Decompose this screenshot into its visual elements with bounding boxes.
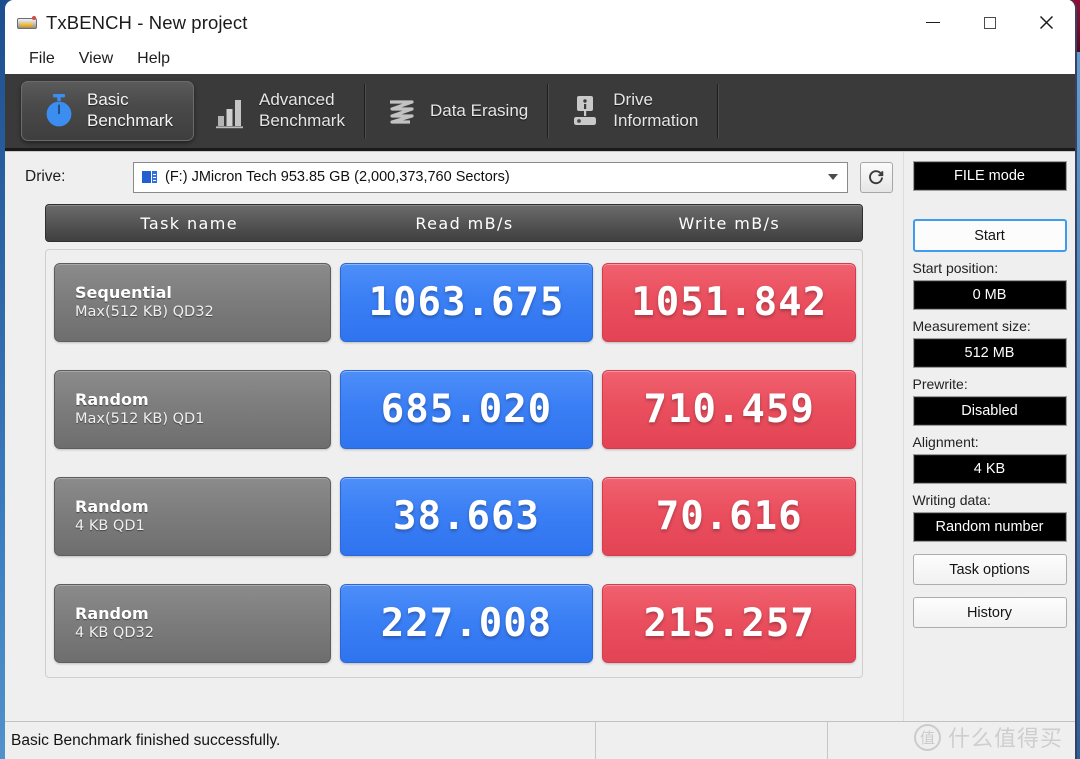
tab-advanced-benchmark[interactable]: Advanced Benchmark bbox=[194, 74, 365, 148]
write-value: 215.257 bbox=[643, 601, 815, 646]
tab-basic-benchmark[interactable]: Basic Benchmark bbox=[21, 81, 194, 141]
chevron-down-icon bbox=[828, 174, 838, 180]
write-result-cell: 215.257 bbox=[602, 584, 857, 663]
writing-data-value[interactable]: Random number bbox=[912, 512, 1067, 542]
tab-basic-benchmark-label: Basic Benchmark bbox=[87, 90, 173, 130]
tab-drive-information[interactable]: Drive Information bbox=[548, 74, 719, 148]
task-name-secondary: Max(512 KB) QD32 bbox=[75, 304, 214, 321]
menu-item-view[interactable]: View bbox=[67, 48, 125, 70]
read-value: 227.008 bbox=[380, 601, 553, 646]
status-section-3 bbox=[827, 721, 1075, 759]
title-bar: TxBENCH - New project bbox=[5, 0, 1075, 45]
drive-select[interactable]: (F:) JMicron Tech 953.85 GB (2,000,373,7… bbox=[133, 161, 848, 193]
table-row[interactable]: Sequential Max(512 KB) QD32 1063.675 105… bbox=[52, 256, 857, 349]
write-value: 70.616 bbox=[655, 494, 803, 539]
right-pane: FILE mode Start Start position: 0 MB Mea… bbox=[903, 152, 1075, 721]
task-name-primary: Random bbox=[75, 604, 149, 624]
task-name-primary: Sequential bbox=[75, 283, 172, 303]
file-mode-display[interactable]: FILE mode bbox=[912, 161, 1067, 191]
drive-selector-row: Drive: (F:) JMicron Tech 953.85 GB (2,00… bbox=[5, 152, 903, 202]
read-result-cell: 1063.675 bbox=[339, 263, 594, 342]
status-bar: Basic Benchmark finished successfully. bbox=[5, 721, 1075, 759]
table-row[interactable]: Random 4 KB QD32 227.008 215.257 bbox=[52, 577, 857, 670]
read-result-cell: 38.663 bbox=[339, 477, 594, 556]
drive-info-icon bbox=[568, 92, 602, 130]
task-name-secondary: 4 KB QD32 bbox=[75, 625, 154, 642]
column-header-write: Write mB/s bbox=[678, 213, 781, 233]
start-button[interactable]: Start bbox=[912, 219, 1067, 252]
task-name-secondary: 4 KB QD1 bbox=[75, 518, 145, 535]
txbench-window: TxBENCH - New project File View Help Bas… bbox=[5, 0, 1077, 759]
drive-select-value: (F:) JMicron Tech 953.85 GB (2,000,373,7… bbox=[165, 169, 510, 185]
tab-advanced-benchmark-label: Advanced Benchmark bbox=[258, 90, 345, 130]
read-value: 685.020 bbox=[380, 387, 553, 432]
status-message: Basic Benchmark finished successfully. bbox=[11, 731, 281, 749]
main-body: Drive: (F:) JMicron Tech 953.85 GB (2,00… bbox=[5, 151, 1075, 721]
read-value: 38.663 bbox=[393, 494, 540, 539]
column-header-task-name: Task name bbox=[140, 213, 238, 233]
start-position-value[interactable]: 0 MB bbox=[912, 280, 1067, 310]
table-row[interactable]: Random 4 KB QD1 38.663 70.616 bbox=[52, 470, 857, 563]
task-cell: Random 4 KB QD1 bbox=[54, 477, 331, 556]
task-cell: Random 4 KB QD32 bbox=[54, 584, 331, 663]
maximize-button[interactable] bbox=[961, 0, 1018, 45]
app-drive-icon bbox=[17, 14, 37, 32]
tab-drive-information-label: Drive Information bbox=[613, 90, 699, 130]
table-body: Sequential Max(512 KB) QD32 1063.675 105… bbox=[45, 249, 863, 678]
column-header-read: Read mB/s bbox=[415, 213, 514, 233]
history-button[interactable]: History bbox=[912, 597, 1067, 628]
write-value: 1051.842 bbox=[631, 280, 828, 325]
write-value: 710.459 bbox=[643, 387, 815, 432]
close-button[interactable] bbox=[1018, 0, 1075, 45]
task-name-secondary: Max(512 KB) QD1 bbox=[75, 411, 205, 428]
alignment-label: Alignment: bbox=[912, 434, 979, 450]
task-name-primary: Random bbox=[75, 390, 149, 410]
prewrite-label: Prewrite: bbox=[912, 376, 968, 392]
write-result-cell: 1051.842 bbox=[602, 263, 857, 342]
drive-small-icon bbox=[142, 170, 158, 184]
status-section-2 bbox=[595, 721, 827, 759]
write-result-cell: 710.459 bbox=[602, 370, 857, 449]
tab-strip: Basic Benchmark Advanced Benchmark Data … bbox=[5, 74, 1075, 151]
task-cell: Sequential Max(512 KB) QD32 bbox=[54, 263, 331, 342]
shred-icon bbox=[385, 92, 419, 130]
read-result-cell: 227.008 bbox=[339, 584, 594, 663]
write-result-cell: 70.616 bbox=[602, 477, 857, 556]
stopwatch-icon bbox=[42, 92, 76, 130]
table-header-row: Task name Read mB/s Write mB/s bbox=[45, 204, 863, 242]
start-position-label: Start position: bbox=[912, 260, 999, 276]
tab-data-erasing-label: Data Erasing bbox=[429, 100, 529, 120]
window-controls bbox=[904, 0, 1075, 45]
menu-item-file[interactable]: File bbox=[17, 48, 67, 70]
task-options-button[interactable]: Task options bbox=[912, 554, 1067, 585]
menu-bar: File View Help bbox=[5, 45, 1075, 74]
writing-data-label: Writing data: bbox=[912, 492, 991, 508]
drive-label: Drive: bbox=[25, 168, 66, 185]
task-name-primary: Random bbox=[75, 497, 149, 517]
refresh-icon bbox=[869, 169, 884, 184]
table-row[interactable]: Random Max(512 KB) QD1 685.020 710.459 bbox=[52, 363, 857, 456]
minimize-button[interactable] bbox=[904, 0, 961, 45]
prewrite-value[interactable]: Disabled bbox=[912, 396, 1067, 426]
measurement-size-label: Measurement size: bbox=[912, 318, 1031, 334]
task-cell: Random Max(512 KB) QD1 bbox=[54, 370, 331, 449]
benchmark-table: Task name Read mB/s Write mB/s Sequentia… bbox=[45, 204, 863, 678]
alignment-value[interactable]: 4 KB bbox=[912, 454, 1067, 484]
left-pane: Drive: (F:) JMicron Tech 953.85 GB (2,00… bbox=[5, 152, 903, 721]
measurement-size-value[interactable]: 512 MB bbox=[912, 338, 1067, 368]
refresh-button[interactable] bbox=[860, 161, 893, 193]
bar-chart-icon bbox=[214, 92, 248, 130]
window-title: TxBENCH - New project bbox=[46, 11, 248, 33]
tab-data-erasing[interactable]: Data Erasing bbox=[365, 74, 549, 148]
read-result-cell: 685.020 bbox=[339, 370, 594, 449]
menu-item-help[interactable]: Help bbox=[125, 48, 182, 70]
close-icon bbox=[1039, 15, 1054, 30]
read-value: 1063.675 bbox=[368, 280, 565, 325]
